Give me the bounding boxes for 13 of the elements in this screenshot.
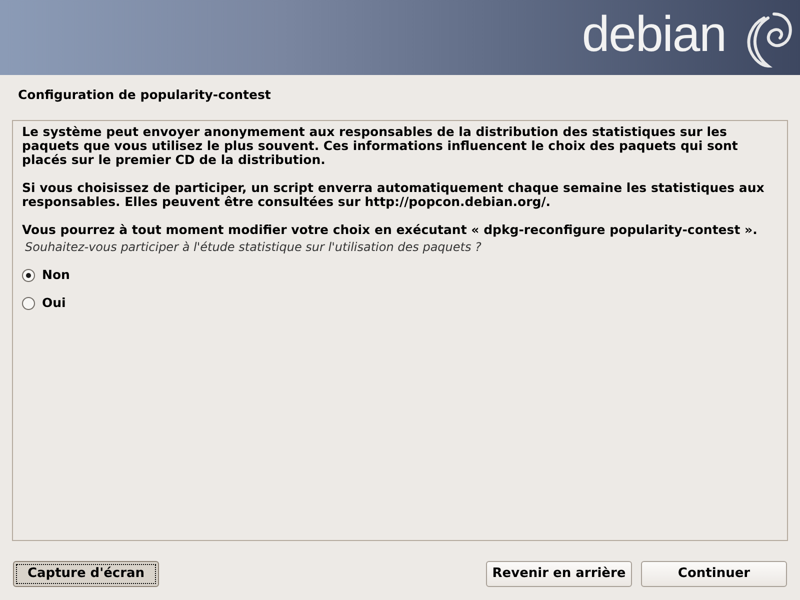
- radio-button[interactable]: [22, 296, 35, 310]
- button[interactable]: Continuer: [641, 561, 787, 587]
- paragraph-text: Si vous choisissez de participer, un script enverra automatiquement chaque semaine les statistiques aux responsables. Elles peuvent être consultées sur http://popcon.debian.org/.: [22, 181, 766, 209]
- paragraph-text: Vous pourrez à tout moment modifier votre choix en exécutant « dpkg-reconfigure popularity-contest ».: [22, 223, 758, 237]
- button[interactable]: Revenir en arrière: [486, 561, 632, 587]
- question-text: Souhaitez-vous participer à l'étude statistique sur l'utilisation des paquets ?: [24, 239, 482, 255]
- option-label[interactable]: Oui: [42, 294, 66, 312]
- option-label[interactable]: Non: [42, 266, 70, 284]
- button[interactable]: Capture d'écran: [13, 561, 159, 587]
- paragraph-text: Le système peut envoyer anonymement aux responsables de la distribution des statistiques sur les paquets que vous utilisez le plus souvent. Ces informations influencent le choix des paquets qui sont placés sur le premier CD de la distribution.: [22, 125, 739, 167]
- page-title: Configuration de popularity-contest: [17, 86, 272, 104]
- logo-text: debian: [582, 8, 726, 64]
- radio-button[interactable]: [22, 268, 35, 282]
